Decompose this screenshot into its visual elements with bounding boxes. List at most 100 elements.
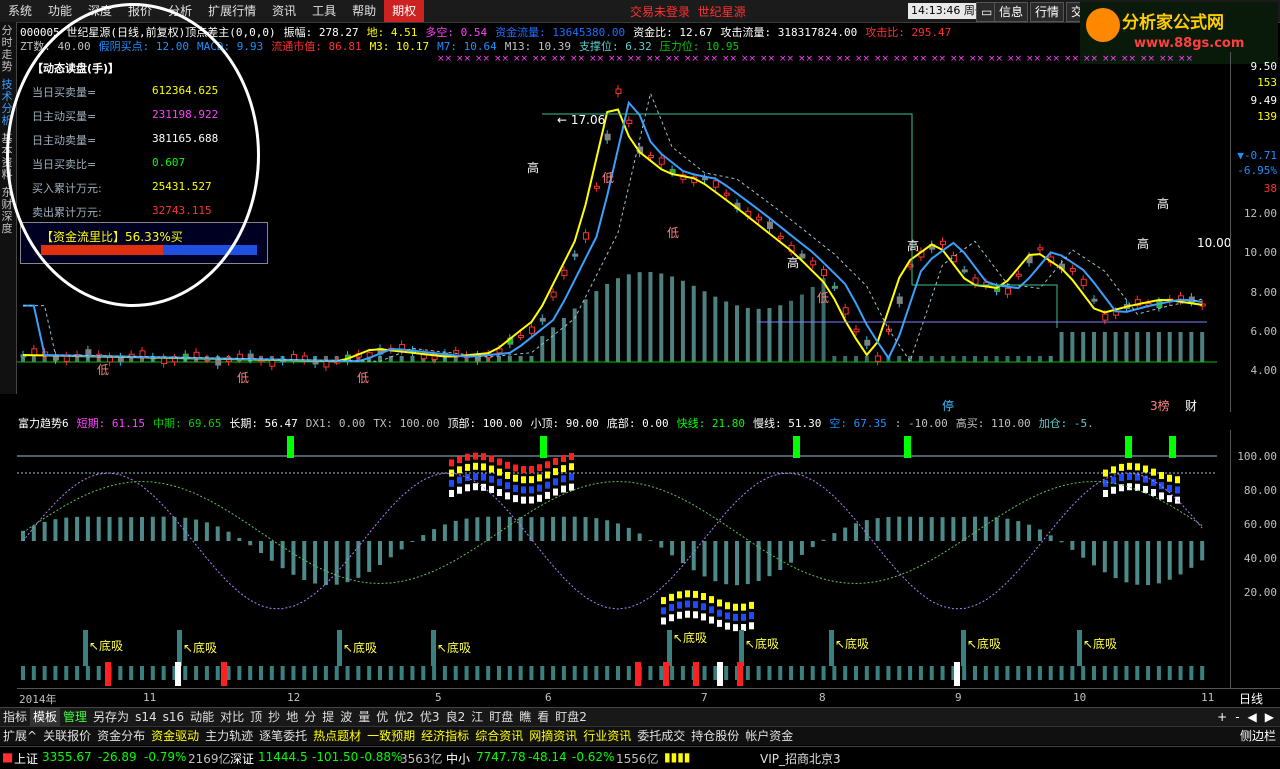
indicator-tab-0[interactable]: 指标 [0,708,30,726]
volume-bar [529,356,534,362]
stack-block [513,464,518,472]
indicator-chart[interactable]: ↖底吸 ↖底吸 ↖底吸 ↖底吸 ↖底吸 ↖底吸 ↖底吸 ↖底吸 ↖底吸 [17,430,1230,688]
menu-item-0[interactable]: 系统 [0,0,40,22]
indicator-tab-5[interactable]: s16 [160,708,188,726]
trend-bar [432,529,437,541]
indicator-tab-7[interactable]: 对比 [217,708,247,726]
bottom-strip-bar [1005,666,1010,680]
indicator-tab-15[interactable]: 优 [373,708,391,726]
stack-block [449,479,454,487]
indicator-tab-3[interactable]: 另存为 [90,708,132,726]
func-button-6[interactable]: 热点题材 [310,727,364,745]
bottom-strip-bar [767,666,772,680]
stack-block [497,478,502,486]
indicator-tab-23[interactable]: 盯盘2 [552,708,590,726]
func-button-7[interactable]: 一致预期 [364,727,418,745]
sz-change: -101.50 [312,750,359,764]
price-tick-label: 4.00 [1250,364,1278,377]
window-control-icon[interactable]: ▭ [976,2,996,22]
top-signal-marker [287,436,294,458]
bottom-strip-bar [561,666,566,680]
function-bar: 扩展^ 关联报价 资金分布 资金驱动 主力轨迹 逐笔委托 热点题材 一致预期 经济指标 综合资讯网… [0,726,1280,745]
indicator-tab-22[interactable]: 看 [534,708,552,726]
func-button-2[interactable]: 资金分布 [94,727,148,745]
func-button-12[interactable]: 委托成交 [634,727,688,745]
stack-block [553,468,558,476]
menu-item-7[interactable]: 工具 [304,0,344,22]
stack-block [561,475,566,483]
side-tab-0[interactable]: 分时走势 [0,22,14,76]
func-button-10[interactable]: 网摘资讯 [526,727,580,745]
bottom-strip-bar [421,666,426,680]
bottom-strip-bar [551,666,556,680]
indicator-tab-4[interactable]: s14 [132,708,160,726]
zx-name: 中小 [446,752,471,766]
menu-item-1[interactable]: 功能 [40,0,80,22]
indicator-tab-18[interactable]: 良2 [443,708,469,726]
stack-block [733,603,738,611]
signal-marker: ×× [646,54,661,64]
period-label[interactable]: 日线 [1239,690,1263,707]
func-button-4[interactable]: 主力轨迹 [202,727,256,745]
indicator-tab-12[interactable]: 提 [319,708,337,726]
indicator-tab-19[interactable]: 江 [468,708,486,726]
trend-bar [64,517,69,541]
stack-block [1159,492,1164,500]
indicator-tab-6[interactable]: 动能 [187,708,217,726]
volume-bar [616,278,620,362]
func-button-5[interactable]: 逐笔委托 [256,727,310,745]
menu-item-5[interactable]: 扩展行情 [200,0,264,22]
sz-percent: -0.88% [360,750,403,764]
indicator-tab-16[interactable]: 优2 [391,708,417,726]
candle-body [593,185,600,189]
indicator-tab-20[interactable]: 盯盘 [486,708,516,726]
indicator-tab-17[interactable]: 优3 [417,708,443,726]
logo-url: www.88gs.com [1134,36,1245,51]
func-button-14[interactable]: 帐户资金 [742,727,796,745]
indicator-tab-14[interactable]: 量 [355,708,373,726]
vip-account[interactable]: VIP_招商北京3 [760,750,841,767]
trend-bar [648,540,653,542]
menu-item-9[interactable]: 期权 [384,0,425,22]
zoom-out-icon[interactable]: - [1235,710,1239,724]
bottom-strip-bar [313,666,318,680]
func-button-9[interactable]: 综合资讯 [472,727,526,745]
high-label: 高 [1157,196,1169,211]
func-button-13[interactable]: 持仓股份 [688,727,742,745]
candle-body [842,307,849,315]
candle-body [583,232,590,240]
quote-button[interactable]: 行情 [1030,2,1065,22]
candle-body [864,339,871,346]
func-button-11[interactable]: 行业资讯 [580,727,634,745]
candle-body [604,133,611,141]
stack-block [1111,476,1116,484]
sidebar-toggle-button[interactable]: 侧边栏 [1240,727,1276,745]
info-button[interactable]: 信息 [994,2,1029,22]
bottom-strip-bar [994,666,999,680]
menu-item-6[interactable]: 资讯 [264,0,304,22]
bottom-buy-bar [829,630,834,666]
scroll-left-icon[interactable]: ◀ [1248,710,1257,724]
indicator-tab-13[interactable]: 波 [337,708,355,726]
bottom-strip-bar [388,666,393,680]
func-button-0[interactable]: 扩展^ [0,727,40,745]
indicator-tab-2[interactable]: 管理 [60,708,90,726]
price-tick-label: 8.00 [1250,285,1278,299]
bottom-strip-bar [64,666,69,680]
menu-item-8[interactable]: 帮助 [344,0,384,22]
indicator-tab-21[interactable]: 瞧 [516,708,534,726]
indicator-tab-10[interactable]: 地 [283,708,301,726]
indicator-tab-1[interactable]: 模板 [30,708,61,726]
zoom-in-icon[interactable]: + [1217,710,1227,724]
indicator-tab-11[interactable]: 分 [301,708,319,726]
indicator-tab-8[interactable]: 顶 [247,708,265,726]
strip-signal-bar [175,662,181,686]
func-button-3[interactable]: 资金驱动 [148,727,202,745]
func-button-8[interactable]: 经济指标 [418,727,472,745]
indicator-tab-9[interactable]: 抄 [265,708,283,726]
volume-bar [799,294,804,362]
logo-badge-icon [1086,8,1120,42]
strip-signal-bar [737,662,743,686]
scroll-right-icon[interactable]: ▶ [1265,710,1274,724]
func-button-1[interactable]: 关联报价 [40,727,94,745]
